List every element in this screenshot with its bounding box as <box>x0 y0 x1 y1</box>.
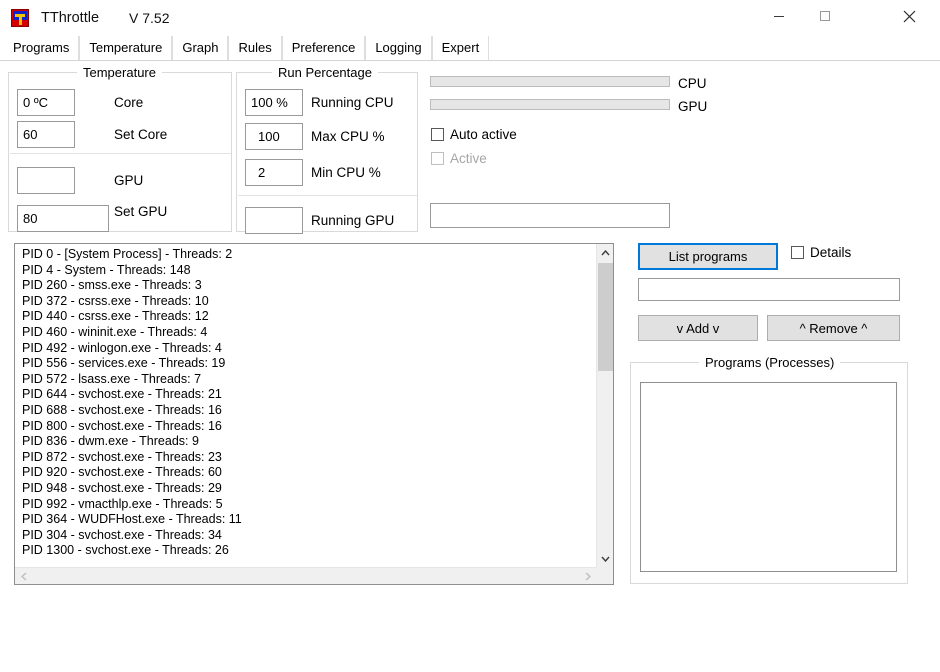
max-cpu-field[interactable]: 100 <box>245 123 303 150</box>
details-checkbox-box[interactable] <box>791 246 804 259</box>
set-gpu-label: Set GPU <box>114 204 168 219</box>
set-core-field[interactable]: 60 <box>17 121 75 148</box>
gpu-temp-field[interactable] <box>17 167 75 194</box>
set-gpu-field[interactable]: 80 <box>17 205 109 232</box>
list-item[interactable]: PID 260 - smss.exe - Threads: 3 <box>15 278 595 294</box>
list-programs-button[interactable]: List programs <box>638 243 778 270</box>
close-button[interactable] <box>886 0 932 32</box>
active-checkbox: Active <box>431 151 487 166</box>
minimize-icon <box>774 16 784 17</box>
running-cpu-label: Running CPU <box>311 95 394 110</box>
cpu-progress-bar <box>430 76 670 87</box>
minimize-button[interactable] <box>756 0 802 32</box>
run-percentage-groupbox-title: Run Percentage <box>272 65 378 80</box>
auto-active-checkbox-box[interactable] <box>431 128 444 141</box>
running-cpu-field[interactable]: 100 % <box>245 89 303 116</box>
tab-expert[interactable]: Expert <box>431 36 490 60</box>
tab-temperature[interactable]: Temperature <box>79 36 173 60</box>
list-item[interactable]: PID 920 - svchost.exe - Threads: 60 <box>15 465 595 481</box>
programs-processes-groupbox-title: Programs (Processes) <box>699 355 841 370</box>
scroll-up-icon[interactable] <box>597 244 613 261</box>
core-temp-field[interactable]: 0 ºC <box>17 89 75 116</box>
temperature-groupbox-title: Temperature <box>77 65 162 80</box>
list-item[interactable]: PID 364 - WUDFHost.exe - Threads: 11 <box>15 512 595 528</box>
active-checkbox-box <box>431 152 444 165</box>
list-item[interactable]: PID 4 - System - Threads: 148 <box>15 263 595 279</box>
auto-active-label: Auto active <box>450 127 517 142</box>
max-cpu-label: Max CPU % <box>311 129 385 144</box>
list-item[interactable]: PID 460 - wininit.exe - Threads: 4 <box>15 325 595 341</box>
min-cpu-label: Min CPU % <box>311 165 381 180</box>
active-label: Active <box>450 151 487 166</box>
scroll-down-icon[interactable] <box>597 550 613 567</box>
scrollbar-corner <box>596 567 613 584</box>
remove-program-button[interactable]: ^ Remove ^ <box>767 315 900 341</box>
process-list-content: PID 0 - [System Process] - Threads: 2 PI… <box>15 247 595 566</box>
run-percentage-groupbox: Run Percentage 100 % Running CPU 100 Max… <box>236 65 418 234</box>
list-item[interactable]: PID 304 - svchost.exe - Threads: 34 <box>15 528 595 544</box>
maximize-button[interactable] <box>802 0 848 32</box>
list-item[interactable]: PID 800 - svchost.exe - Threads: 16 <box>15 419 595 435</box>
list-item[interactable]: PID 492 - winlogon.exe - Threads: 4 <box>15 341 595 357</box>
list-item[interactable]: PID 644 - svchost.exe - Threads: 21 <box>15 387 595 403</box>
gpu-progress-bar <box>430 99 670 110</box>
add-program-button[interactable]: v Add v <box>638 315 758 341</box>
tab-programs[interactable]: Programs <box>4 36 80 60</box>
programs-processes-listbox[interactable] <box>640 382 897 572</box>
run-percentage-divider <box>238 195 417 196</box>
tab-preference[interactable]: Preference <box>281 36 366 60</box>
list-item[interactable]: PID 836 - dwm.exe - Threads: 9 <box>15 434 595 450</box>
window-title: TThrottle <box>41 10 100 26</box>
list-item[interactable]: PID 872 - svchost.exe - Threads: 23 <box>15 450 595 466</box>
scroll-left-icon[interactable] <box>15 568 32 584</box>
tab-logging[interactable]: Logging <box>365 36 432 60</box>
list-item[interactable]: PID 1300 - svchost.exe - Threads: 26 <box>15 543 595 559</box>
list-item[interactable]: PID 372 - csrss.exe - Threads: 10 <box>15 294 595 310</box>
program-filter-field[interactable] <box>638 278 900 301</box>
list-item[interactable]: PID 556 - services.exe - Threads: 19 <box>15 356 595 372</box>
list-item[interactable]: PID 992 - vmacthlp.exe - Threads: 5 <box>15 497 595 513</box>
set-core-label: Set Core <box>114 127 168 142</box>
running-gpu-field[interactable] <box>245 207 303 234</box>
scrollbar-thumb[interactable] <box>598 263 613 371</box>
running-gpu-label: Running GPU <box>311 213 395 228</box>
tab-strip: Programs Temperature Graph Rules Prefere… <box>0 36 940 61</box>
tab-rules[interactable]: Rules <box>228 36 282 60</box>
list-item[interactable]: PID 440 - csrss.exe - Threads: 12 <box>15 309 595 325</box>
process-list-horizontal-scrollbar[interactable] <box>15 567 596 584</box>
list-item[interactable]: PID 572 - lsass.exe - Threads: 7 <box>15 372 595 388</box>
list-item[interactable]: PID 948 - svchost.exe - Threads: 29 <box>15 481 595 497</box>
status-text-field[interactable] <box>430 203 670 228</box>
tab-graph[interactable]: Graph <box>172 36 229 60</box>
list-item[interactable]: PID 688 - svchost.exe - Threads: 16 <box>15 403 595 419</box>
cpu-progress-label: CPU <box>678 76 707 91</box>
details-label: Details <box>810 245 852 260</box>
temperature-groupbox: Temperature 0 ºC Core 60 Set Core GPU 80… <box>8 65 232 232</box>
gpu-label: GPU <box>114 173 144 188</box>
details-checkbox[interactable]: Details <box>791 245 851 260</box>
title-bar: TThrottle V 7.52 <box>0 0 940 36</box>
app-version-label: V 7.52 <box>129 10 170 26</box>
list-item[interactable]: PID 0 - [System Process] - Threads: 2 <box>15 247 595 263</box>
close-icon <box>903 10 915 22</box>
process-list[interactable]: PID 0 - [System Process] - Threads: 2 PI… <box>14 243 614 585</box>
temperature-divider <box>10 153 231 154</box>
gpu-progress-label: GPU <box>678 99 708 114</box>
app-icon <box>11 9 29 27</box>
core-label: Core <box>114 95 144 110</box>
scroll-right-icon[interactable] <box>579 568 596 584</box>
min-cpu-field[interactable]: 2 <box>245 159 303 186</box>
process-list-vertical-scrollbar[interactable] <box>596 244 613 567</box>
auto-active-checkbox[interactable]: Auto active <box>431 127 517 142</box>
maximize-icon <box>820 11 830 21</box>
